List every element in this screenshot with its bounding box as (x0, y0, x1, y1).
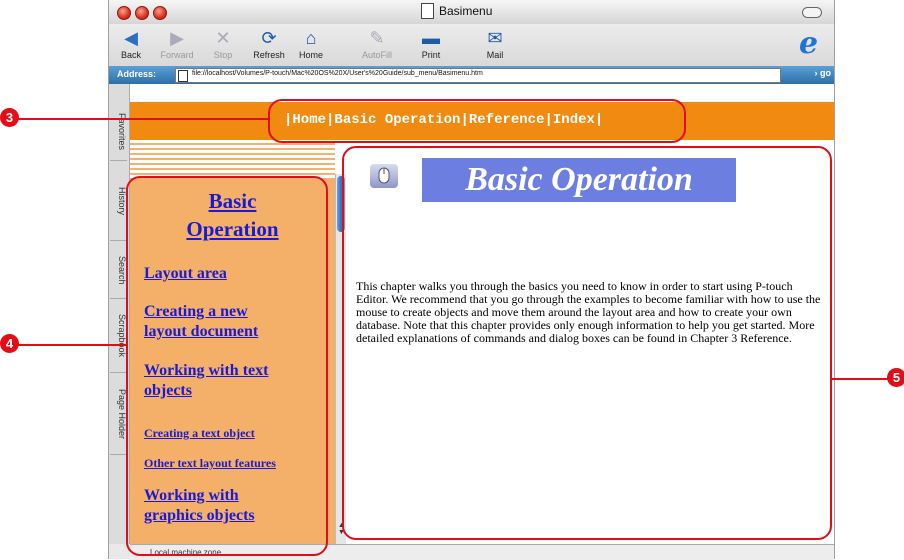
tab-scrapbook[interactable]: Scrapbook (110, 300, 127, 373)
forward-button[interactable]: ▶ Forward (155, 26, 199, 64)
address-label: Address: (117, 69, 157, 79)
callout-oval-main (342, 146, 832, 540)
go-button[interactable]: › go (789, 68, 832, 82)
stop-icon: ✕ (215, 28, 231, 48)
autofill-button[interactable]: ✎ AutoFill (355, 26, 399, 64)
mail-button[interactable]: ✉ Mail (473, 26, 517, 64)
print-label: Print (421, 50, 441, 60)
callout-line-5 (830, 378, 894, 380)
home-icon: ⌂ (305, 28, 317, 48)
refresh-button[interactable]: ⟳ Refresh (247, 26, 291, 64)
callout-number-3: 3 (0, 108, 19, 127)
address-bar: Address: file://localhost/Volumes/P-touc… (109, 66, 834, 84)
page-icon (178, 70, 188, 82)
tab-favorites[interactable]: Favorites (110, 104, 127, 161)
address-input[interactable]: file://localhost/Volumes/P-touch/Mac%20O… (175, 68, 781, 83)
refresh-label: Refresh (253, 50, 285, 60)
callout-oval-nav (268, 99, 686, 143)
toolbar-toggle-button[interactable] (802, 7, 822, 18)
forward-label: Forward (160, 50, 194, 60)
back-label: Back (120, 50, 141, 60)
stop-label: Stop (213, 50, 233, 60)
callout-number-5: 5 (887, 368, 904, 387)
tab-page-holder[interactable]: Page Holder (110, 374, 127, 455)
title-bar[interactable]: Basimenu (109, 0, 834, 24)
callout-oval-left-menu (126, 176, 328, 556)
forward-arrow-icon: ▶ (170, 28, 184, 48)
browser-toolbar: ◀ Back ▶ Forward ✕ Stop ⟳ Refresh ⌂ Home… (109, 24, 834, 66)
callout-line-3 (16, 118, 270, 120)
home-label: Home (298, 50, 323, 60)
go-label: go (820, 68, 831, 78)
zoom-window-button[interactable] (153, 6, 167, 20)
autofill-icon: ✎ (369, 28, 385, 48)
print-icon: ▬ (422, 28, 440, 48)
stop-button[interactable]: ✕ Stop (201, 26, 245, 64)
ie-logo-icon: e (799, 26, 819, 61)
decorative-stripes (130, 140, 335, 180)
window-title: Basimenu (439, 4, 493, 18)
mail-icon: ✉ (487, 28, 503, 48)
refresh-icon: ⟳ (261, 28, 277, 48)
home-button[interactable]: ⌂ Home (289, 26, 333, 64)
document-icon (421, 3, 434, 19)
back-button[interactable]: ◀ Back (109, 26, 153, 64)
tab-history[interactable]: History (110, 162, 127, 241)
tab-search[interactable]: Search (110, 242, 127, 299)
address-value: file://localhost/Volumes/P-touch/Mac%20O… (192, 70, 483, 77)
autofill-label: AutoFill (361, 50, 392, 60)
print-button[interactable]: ▬ Print (409, 26, 453, 64)
callout-line-4 (16, 344, 128, 346)
minimize-window-button[interactable] (135, 6, 149, 20)
mail-label: Mail (486, 50, 504, 60)
back-arrow-icon: ◀ (124, 28, 138, 48)
close-window-button[interactable] (117, 6, 131, 20)
callout-number-4: 4 (0, 334, 19, 353)
